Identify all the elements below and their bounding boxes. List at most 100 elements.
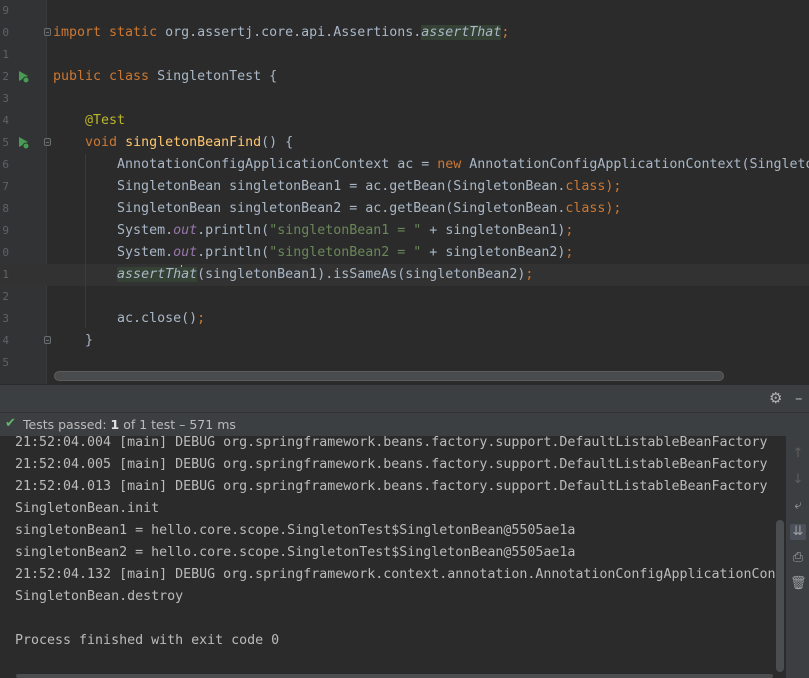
code-text: System.out.println("singletonBean1 = " +… xyxy=(53,221,573,241)
code-line[interactable]: 4 @Test xyxy=(0,110,809,132)
fold-marker-icon[interactable] xyxy=(44,138,51,146)
editor-horizontal-scrollbar[interactable] xyxy=(54,371,724,381)
line-number: 1 xyxy=(2,48,9,61)
code-line[interactable]: 4 } xyxy=(0,330,809,352)
code-line[interactable]: 9 System.out.println("singletonBean1 = "… xyxy=(0,220,809,242)
code-token: SingletonBean singletonBean1 = ac.getBea… xyxy=(53,179,566,194)
console-line: Process finished with exit code 0 xyxy=(15,633,280,648)
code-text: void singletonBeanFind() { xyxy=(53,133,293,153)
line-number: 3 xyxy=(2,92,9,105)
test-status-bar: ✔ Tests passed: 1 of 1 test – 571 ms xyxy=(0,412,809,436)
code-token: (singletonBean1).isSameAs(singletonBean2… xyxy=(197,267,526,282)
code-token: out xyxy=(173,223,198,238)
code-token: ; xyxy=(501,25,510,40)
code-text: System.out.println("singletonBean2 = " +… xyxy=(53,243,573,263)
scroll-to-end-icon[interactable]: ⇊ xyxy=(790,524,806,540)
console-vertical-scrollbar[interactable] xyxy=(776,520,784,672)
code-text: @Test xyxy=(53,111,125,131)
code-token: ; xyxy=(565,223,574,238)
code-line[interactable]: 0 System.out.println("singletonBean2 = "… xyxy=(0,242,809,264)
code-token: AnnotationConfigApplicationContext(Singl… xyxy=(469,157,809,172)
code-token: System. xyxy=(53,245,174,260)
code-token: "singletonBean2 = " xyxy=(269,245,422,260)
line-number: 6 xyxy=(2,158,9,171)
console-line: singletonBean1 = hello.core.scope.Single… xyxy=(15,523,576,538)
code-token: ; xyxy=(197,311,206,326)
code-text: AnnotationConfigApplicationContext ac = … xyxy=(53,155,809,175)
code-token: at xyxy=(181,267,198,282)
code-text: } xyxy=(53,331,93,351)
passed-count: 1 xyxy=(110,417,120,432)
code-token: assertTh xyxy=(117,267,182,282)
indent-guide xyxy=(85,154,86,328)
code-editor[interactable]: 9 0 import static org.assertj.core.api.Ass… xyxy=(0,0,809,384)
code-token: () { xyxy=(261,135,294,150)
run-test-icon[interactable] xyxy=(16,135,30,149)
code-text: assertThat(singletonBean1).isSameAs(sing… xyxy=(53,265,533,285)
soft-wrap-icon[interactable]: ⤶ xyxy=(790,498,806,514)
code-token: + singletonBean1) xyxy=(421,223,566,238)
code-token: .println( xyxy=(197,245,270,260)
line-number: 9 xyxy=(2,4,9,17)
code-text: public class SingletonTest { xyxy=(53,67,277,87)
console-line: 21:52:04.005 [main] DEBUG org.springfram… xyxy=(15,457,775,472)
fold-marker-icon[interactable] xyxy=(44,28,51,36)
code-text: ac.close(); xyxy=(53,309,205,329)
arrow-up-icon[interactable]: ↑ xyxy=(790,446,806,462)
line-number: 4 xyxy=(2,114,9,127)
code-token: ); xyxy=(605,179,622,194)
code-token: .println( xyxy=(197,223,270,238)
code-token: singletonBeanFind xyxy=(125,135,262,150)
code-line[interactable]: 1 xyxy=(0,44,809,66)
arrow-down-icon[interactable]: ↓ xyxy=(790,472,806,488)
code-line[interactable]: 9 xyxy=(0,0,809,22)
line-number: 1 xyxy=(2,268,9,281)
trash-icon[interactable]: 🗑 xyxy=(790,576,807,592)
code-line[interactable]: 2 public class SingletonTest { xyxy=(0,66,809,88)
code-line[interactable]: 3 xyxy=(0,88,809,110)
code-token: @Test xyxy=(85,113,126,128)
code-token: class xyxy=(565,179,606,194)
code-line[interactable]: 5 void singletonBeanFind() { xyxy=(0,132,809,154)
code-text: SingletonBean singletonBean2 = ac.getBea… xyxy=(53,199,621,219)
code-line[interactable]: 2 xyxy=(0,286,809,308)
code-line[interactable]: 1 assertThat(singletonBean1).isSameAs(si… xyxy=(0,264,809,286)
code-token: SingletonTest { xyxy=(157,69,278,84)
fold-marker-icon[interactable] xyxy=(44,336,51,344)
code-token: ; xyxy=(525,267,534,282)
code-text: import static org.assertj.core.api.Asser… xyxy=(53,23,509,43)
code-token: class xyxy=(565,201,606,216)
code-token: ; xyxy=(565,245,574,260)
code-line[interactable]: 6 AnnotationConfigApplicationContext ac … xyxy=(0,154,809,176)
console-output[interactable]: 21:52:04.004 [main] DEBUG org.springfram… xyxy=(0,436,775,678)
code-token: public class xyxy=(53,69,158,84)
run-test-icon[interactable] xyxy=(16,69,30,83)
line-number: 3 xyxy=(2,312,9,325)
code-token: System. xyxy=(53,223,174,238)
line-number: 0 xyxy=(2,246,9,259)
code-token: void xyxy=(85,135,126,150)
code-token: + singletonBean2) xyxy=(421,245,566,260)
line-number: 0 xyxy=(2,26,9,39)
code-line[interactable]: 0 import static org.assertj.core.api.Asse… xyxy=(0,22,809,44)
line-number: 7 xyxy=(2,180,9,193)
console-horizontal-scrollbar[interactable] xyxy=(16,674,773,678)
code-line[interactable]: 7 SingletonBean singletonBean1 = ac.getB… xyxy=(0,176,809,198)
test-status-text: Tests passed: 1 of 1 test – 571 ms xyxy=(23,417,236,432)
code-token: AnnotationConfigApplicationContext ac = xyxy=(53,157,438,172)
console-toolbar: ↑ ↓ ⤶ ⇊ ⎙ 🗑 xyxy=(786,436,809,678)
gear-icon[interactable]: ⚙ xyxy=(769,390,782,406)
code-token: SingletonBean singletonBean2 = ac.getBea… xyxy=(53,201,566,216)
test-status-detail: of 1 test – 571 ms xyxy=(119,417,236,432)
minimize-icon[interactable]: – xyxy=(795,390,803,406)
test-passed-check-icon: ✔ xyxy=(5,416,16,431)
print-icon[interactable]: ⎙ xyxy=(790,550,806,566)
code-token: ); xyxy=(605,201,622,216)
line-number: 2 xyxy=(2,70,9,83)
code-line[interactable]: 3 ac.close(); xyxy=(0,308,809,330)
code-token: } xyxy=(53,333,94,348)
code-line[interactable]: 8 SingletonBean singletonBean2 = ac.getB… xyxy=(0,198,809,220)
console-line: SingletonBean.destroy xyxy=(15,589,184,604)
line-number: 5 xyxy=(2,356,9,369)
